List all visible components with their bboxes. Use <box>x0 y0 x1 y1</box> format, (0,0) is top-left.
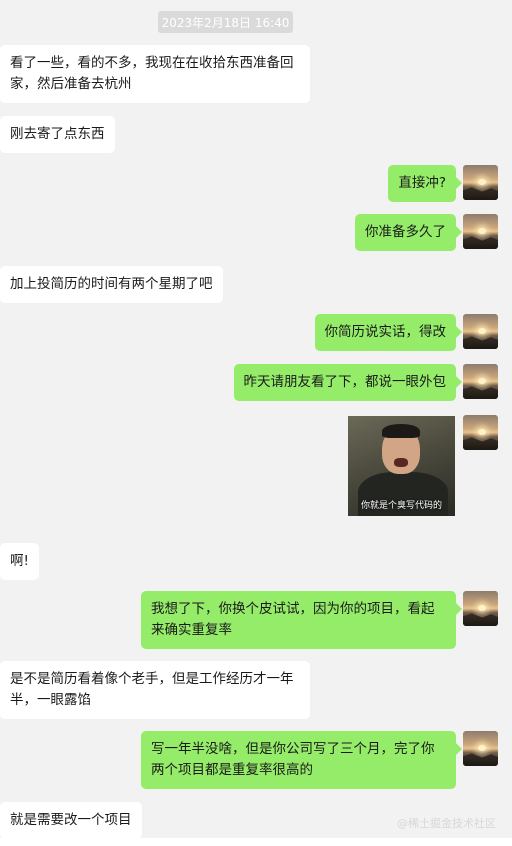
input-bar-edge <box>0 838 512 846</box>
user-avatar-icon[interactable] <box>463 314 498 349</box>
message-incoming[interactable]: 啊! <box>0 543 39 580</box>
user-avatar-icon[interactable] <box>463 591 498 626</box>
meme-figure-hair <box>382 424 420 438</box>
user-avatar-icon[interactable] <box>463 165 498 200</box>
message-outgoing[interactable]: 你准备多久了 <box>355 214 462 251</box>
user-avatar-icon[interactable] <box>463 731 498 766</box>
message-incoming[interactable]: 刚去寄了点东西 <box>0 116 115 153</box>
user-avatar-icon[interactable] <box>463 415 498 450</box>
message-outgoing[interactable]: 直接冲? <box>388 165 462 202</box>
watermark: @稀土掘金技术社区 <box>397 817 496 830</box>
chat-timestamp: 2023年2月18日 16:40 <box>158 11 293 33</box>
message-incoming[interactable]: 是不是简历看着像个老手，但是工作经历才一年半，一眼露馅 <box>0 661 310 719</box>
message-incoming[interactable]: 就是需要改一个项目 <box>0 802 142 839</box>
message-outgoing[interactable]: 我想了下，你换个皮试试，因为你的项目，看起来确实重复率 <box>141 591 462 649</box>
message-outgoing[interactable]: 你简历说实话，得改 <box>314 314 462 351</box>
user-avatar-icon[interactable] <box>463 364 498 399</box>
meme-caption: 你就是个臭写代码的 <box>360 501 442 511</box>
user-avatar-icon[interactable] <box>463 214 498 249</box>
message-image-meme[interactable]: 你就是个臭写代码的 <box>348 416 455 516</box>
message-outgoing[interactable]: 昨天请朋友看了下，都说一眼外包 <box>233 364 462 401</box>
message-outgoing[interactable]: 写一年半没啥，但是你公司写了三个月，完了你两个项目都是重复率很高的 <box>141 731 462 789</box>
message-incoming[interactable]: 看了一些，看的不多，我现在在收拾东西准备回家，然后准备去杭州 <box>0 45 310 103</box>
meme-figure-mouth <box>394 458 408 467</box>
message-incoming[interactable]: 加上投简历的时间有两个星期了吧 <box>0 266 223 303</box>
